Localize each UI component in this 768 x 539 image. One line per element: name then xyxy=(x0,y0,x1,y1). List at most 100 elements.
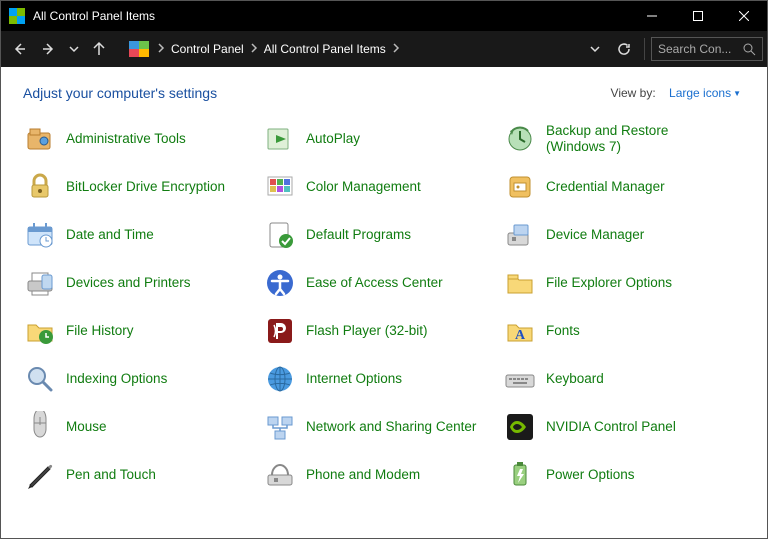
chevron-down-icon xyxy=(68,43,80,55)
color-icon xyxy=(262,169,298,205)
devices-printers-icon xyxy=(22,265,58,301)
maximize-icon xyxy=(693,11,703,21)
item-label: Internet Options xyxy=(306,371,402,387)
item-label: NVIDIA Control Panel xyxy=(546,419,676,435)
item-label: Mouse xyxy=(66,419,107,435)
control-panel-item[interactable]: Flash Player (32-bit) xyxy=(259,307,499,355)
back-button[interactable] xyxy=(5,35,33,63)
control-panel-item[interactable]: Keyboard xyxy=(499,355,739,403)
default-programs-icon xyxy=(262,217,298,253)
control-panel-item[interactable]: Pen and Touch xyxy=(19,451,259,499)
control-panel-item[interactable]: AutoPlay xyxy=(259,115,499,163)
item-label: Power Options xyxy=(546,467,635,483)
items-grid: Administrative Tools AutoPlay Backup and R… xyxy=(19,115,757,499)
control-panel-item[interactable]: Network and Sharing Center xyxy=(259,403,499,451)
view-by-control: View by: Large icons▼ xyxy=(611,86,741,100)
minimize-icon xyxy=(647,11,657,21)
control-panel-item[interactable]: Credential Manager xyxy=(499,163,739,211)
control-panel-item[interactable]: Color Management xyxy=(259,163,499,211)
datetime-icon xyxy=(22,217,58,253)
item-label: Color Management xyxy=(306,179,421,195)
item-label: Keyboard xyxy=(546,371,604,387)
control-panel-breadcrumb-icon xyxy=(129,41,149,57)
forward-arrow-icon xyxy=(41,41,57,57)
power-icon xyxy=(502,457,538,493)
chevron-right-icon xyxy=(250,42,258,56)
page-heading: Adjust your computer's settings xyxy=(23,85,217,101)
network-icon xyxy=(262,409,298,445)
control-panel-item[interactable]: File History xyxy=(19,307,259,355)
chevron-down-icon xyxy=(589,43,601,55)
control-panel-item[interactable]: Default Programs xyxy=(259,211,499,259)
item-label: Administrative Tools xyxy=(66,131,186,147)
control-panel-item[interactable]: Date and Time xyxy=(19,211,259,259)
indexing-icon xyxy=(22,361,58,397)
item-label: Device Manager xyxy=(546,227,644,243)
address-dropdown-button[interactable] xyxy=(586,35,604,63)
control-panel-item[interactable]: NVIDIA Control Panel xyxy=(499,403,739,451)
window-title: All Control Panel Items xyxy=(33,9,155,23)
item-label: Ease of Access Center xyxy=(306,275,443,291)
control-panel-item[interactable]: Administrative Tools xyxy=(19,115,259,163)
control-panel-item[interactable]: BitLocker Drive Encryption xyxy=(19,163,259,211)
file-explorer-options-icon xyxy=(502,265,538,301)
forward-button[interactable] xyxy=(35,35,63,63)
item-label: Fonts xyxy=(546,323,580,339)
recent-locations-button[interactable] xyxy=(65,35,83,63)
breadcrumb-all-items[interactable]: All Control Panel Items xyxy=(264,42,386,56)
item-label: Default Programs xyxy=(306,227,411,243)
autoplay-icon xyxy=(262,121,298,157)
close-button[interactable] xyxy=(721,1,767,31)
credential-icon xyxy=(502,169,538,205)
chevron-right-icon xyxy=(392,42,400,56)
back-arrow-icon xyxy=(11,41,27,57)
breadcrumb-control-panel[interactable]: Control Panel xyxy=(171,42,244,56)
view-by-label: View by: xyxy=(611,86,656,100)
search-input[interactable]: Search Con... xyxy=(651,37,763,61)
mouse-icon xyxy=(22,409,58,445)
view-by-value: Large icons xyxy=(669,86,731,100)
dropdown-triangle-icon: ▼ xyxy=(733,89,741,98)
item-label: File Explorer Options xyxy=(546,275,672,291)
phone-icon xyxy=(262,457,298,493)
item-label: Indexing Options xyxy=(66,371,167,387)
internet-icon xyxy=(262,361,298,397)
device-manager-icon xyxy=(502,217,538,253)
up-button[interactable] xyxy=(85,35,113,63)
control-panel-item[interactable]: Indexing Options xyxy=(19,355,259,403)
control-panel-item[interactable]: Device Manager xyxy=(499,211,739,259)
bitlocker-icon xyxy=(22,169,58,205)
search-icon xyxy=(743,43,756,56)
item-label: Devices and Printers xyxy=(66,275,191,291)
maximize-button[interactable] xyxy=(675,1,721,31)
pen-icon xyxy=(22,457,58,493)
navigation-bar: Control Panel All Control Panel Items Se… xyxy=(1,31,767,67)
admin-tools-icon xyxy=(22,121,58,157)
content-header: Adjust your computer's settings View by:… xyxy=(1,67,767,115)
content-area: Adjust your computer's settings View by:… xyxy=(1,67,767,538)
title-bar: All Control Panel Items xyxy=(1,1,767,31)
control-panel-item[interactable]: Internet Options xyxy=(259,355,499,403)
control-panel-item[interactable]: Devices and Printers xyxy=(19,259,259,307)
close-icon xyxy=(739,11,749,21)
item-label: Flash Player (32-bit) xyxy=(306,323,428,339)
control-panel-item[interactable]: Phone and Modem xyxy=(259,451,499,499)
control-panel-item[interactable]: A Fonts xyxy=(499,307,739,355)
fonts-icon: A xyxy=(502,313,538,349)
minimize-button[interactable] xyxy=(629,1,675,31)
items-scroll-area[interactable]: Administrative Tools AutoPlay Backup and R… xyxy=(1,115,767,536)
file-history-icon xyxy=(22,313,58,349)
control-panel-item[interactable]: Backup and Restore (Windows 7) xyxy=(499,115,739,163)
control-panel-item[interactable]: Power Options xyxy=(499,451,739,499)
refresh-icon xyxy=(617,42,631,56)
backup-icon xyxy=(502,121,538,157)
control-panel-item[interactable]: Mouse xyxy=(19,403,259,451)
item-label: Backup and Restore (Windows 7) xyxy=(546,123,726,155)
control-panel-item[interactable]: File Explorer Options xyxy=(499,259,739,307)
ease-of-access-icon xyxy=(262,265,298,301)
view-by-dropdown[interactable]: Large icons▼ xyxy=(669,86,741,100)
up-arrow-icon xyxy=(91,41,107,57)
breadcrumb[interactable]: Control Panel All Control Panel Items xyxy=(157,42,576,56)
refresh-button[interactable] xyxy=(610,35,638,63)
control-panel-item[interactable]: Ease of Access Center xyxy=(259,259,499,307)
